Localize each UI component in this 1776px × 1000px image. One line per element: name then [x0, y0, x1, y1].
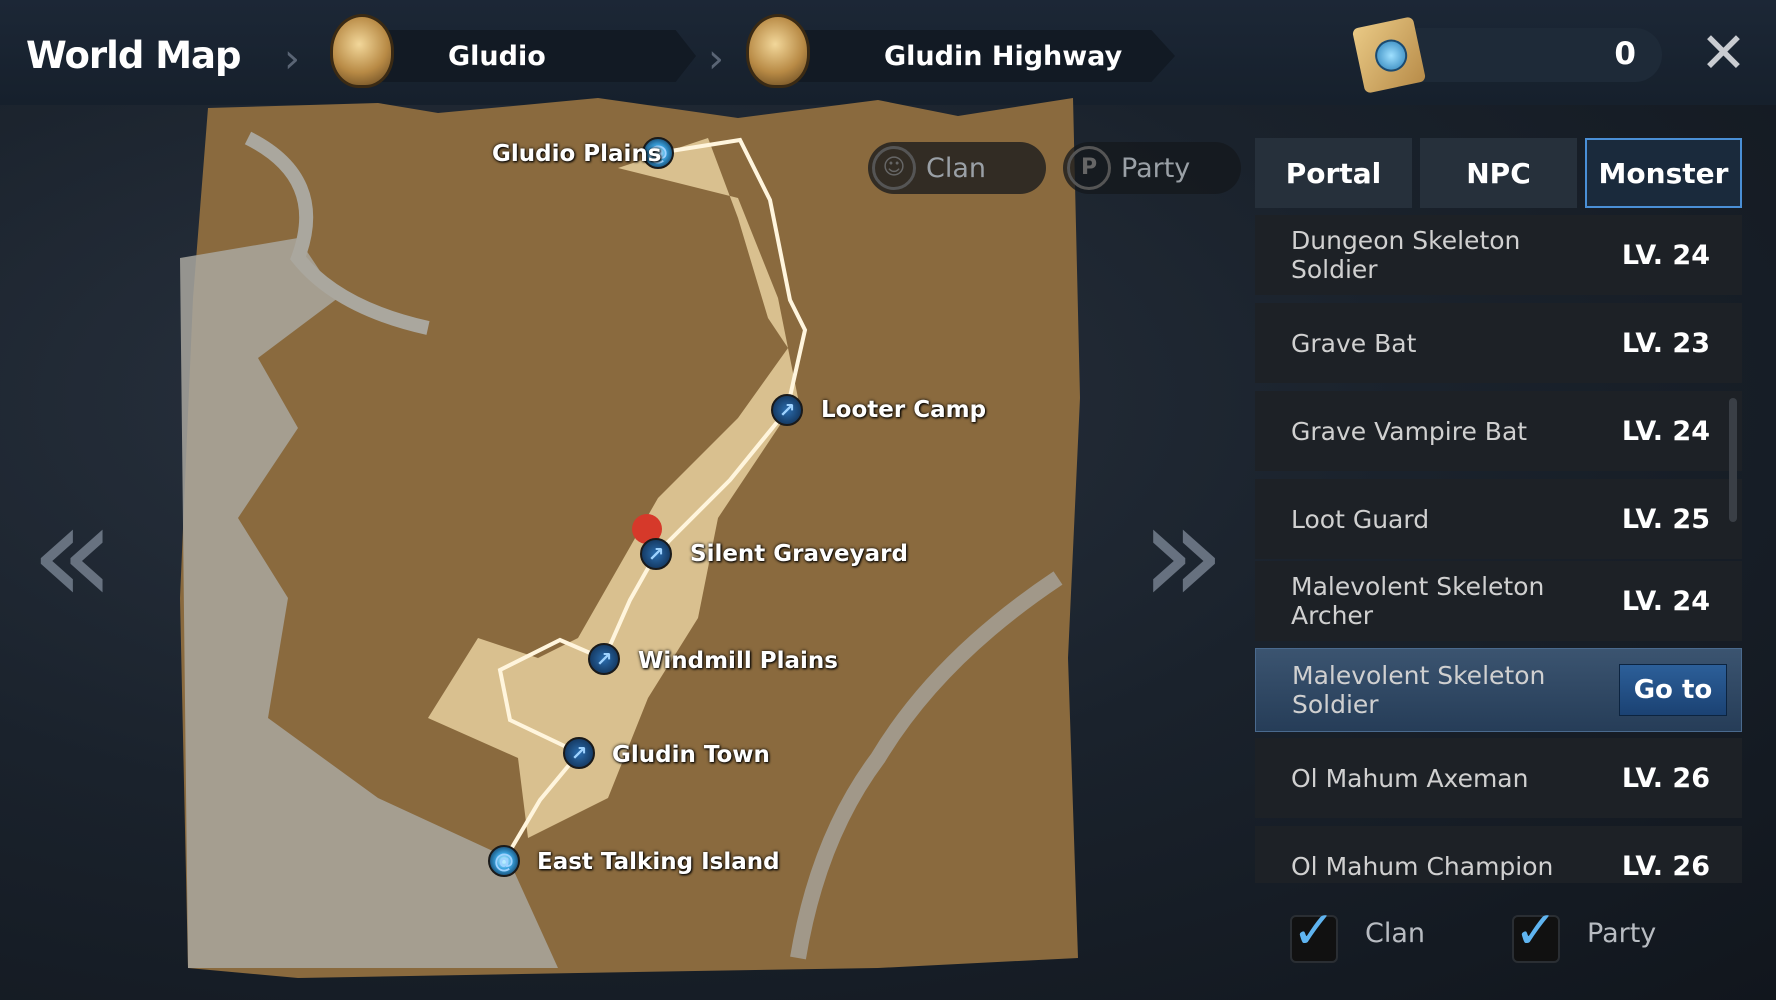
monster-level: LV. 25: [1621, 503, 1710, 535]
breadcrumb-label: Gludio: [448, 40, 546, 72]
breadcrumb-label: Gludin Highway: [884, 40, 1123, 72]
list-item[interactable]: Malevolent Skeleton Archer LV. 24: [1255, 561, 1742, 641]
previous-map-arrow-icon[interactable]: «: [30, 485, 116, 625]
monster-name: Malevolent Skeleton Soldier: [1292, 661, 1546, 719]
monster-name: Dungeon Skeleton Soldier: [1291, 226, 1521, 284]
monster-level: LV. 24: [1621, 415, 1710, 447]
location-label[interactable]: Gludio Plains: [492, 141, 662, 167]
close-icon[interactable]: ✕: [1700, 26, 1747, 82]
list-item[interactable]: Grave Vampire Bat LV. 24: [1255, 391, 1742, 471]
castle-icon: [330, 14, 394, 88]
location-label[interactable]: Silent Graveyard: [690, 541, 908, 567]
list-item[interactable]: Dungeon Skeleton Soldier LV. 24: [1255, 215, 1742, 295]
scrollbar[interactable]: [1729, 398, 1737, 522]
list-item-selected[interactable]: Malevolent Skeleton Soldier Go to: [1255, 648, 1742, 732]
monster-name: Grave Bat: [1291, 328, 1417, 358]
location-label[interactable]: Looter Camp: [821, 397, 986, 423]
party-checkbox[interactable]: ✓: [1512, 901, 1560, 963]
next-map-arrow-icon[interactable]: »: [1140, 485, 1226, 625]
monster-name: Loot Guard: [1291, 504, 1430, 534]
clan-icon: ☺: [872, 146, 916, 190]
party-toggle[interactable]: P Party: [1063, 142, 1241, 194]
go-to-button[interactable]: Go to: [1619, 664, 1727, 716]
monster-level: LV. 24: [1621, 239, 1710, 271]
monster-name: Grave Vampire Bat: [1291, 416, 1528, 446]
currency-value: 0: [1614, 36, 1636, 72]
waypoint-icon[interactable]: ↗: [563, 737, 595, 769]
portal-icon[interactable]: @: [488, 845, 520, 877]
waypoint-icon[interactable]: ↗: [771, 394, 803, 426]
location-label[interactable]: Gludin Town: [612, 742, 770, 768]
monster-name: Ol Mahum Axeman: [1291, 763, 1529, 793]
checkbox-label: Party: [1587, 918, 1657, 949]
breadcrumb-gludin-highway[interactable]: Gludin Highway: [780, 30, 1175, 82]
checkbox-label: Clan: [1365, 918, 1426, 949]
chevron-right-icon: ›: [708, 36, 724, 82]
toggle-label: Clan: [926, 152, 987, 184]
location-label[interactable]: East Talking Island: [537, 849, 780, 875]
list-item[interactable]: Ol Mahum Axeman LV. 26: [1255, 738, 1742, 818]
toggle-label: Party: [1121, 152, 1191, 184]
monster-name: Malevolent Skeleton Archer: [1291, 572, 1545, 630]
location-label[interactable]: Windmill Plains: [638, 648, 838, 674]
waypoint-icon[interactable]: ↗: [588, 643, 620, 675]
breadcrumb-gludio[interactable]: Gludio: [356, 30, 696, 82]
currency-display: 0: [1400, 28, 1662, 82]
teleport-scroll-icon: [1351, 16, 1427, 94]
monster-level: LV. 26: [1621, 850, 1710, 882]
tab-monster[interactable]: Monster: [1585, 138, 1742, 208]
page-title: World Map: [26, 34, 241, 77]
monster-name: Ol Mahum Champion: [1291, 851, 1554, 881]
waypoint-icon[interactable]: ↗: [640, 538, 672, 570]
monster-level: LV. 23: [1621, 327, 1710, 359]
checkmark-icon: ✓: [1514, 901, 1558, 961]
list-item[interactable]: Ol Mahum Champion LV. 26: [1255, 826, 1742, 883]
monster-list[interactable]: Dungeon Skeleton Soldier LV. 24 Grave Bat…: [1255, 215, 1742, 883]
list-item[interactable]: Grave Bat LV. 23: [1255, 303, 1742, 383]
monster-level: LV. 26: [1621, 762, 1710, 794]
tower-icon: [746, 14, 810, 88]
checkmark-icon: ✓: [1292, 901, 1336, 961]
clan-checkbox[interactable]: ✓: [1290, 901, 1338, 963]
monster-level: LV. 24: [1621, 585, 1710, 617]
world-map[interactable]: [178, 98, 1083, 978]
tab-portal[interactable]: Portal: [1255, 138, 1412, 208]
tab-npc[interactable]: NPC: [1420, 138, 1577, 208]
clan-toggle[interactable]: ☺ Clan: [868, 142, 1046, 194]
party-icon: P: [1067, 146, 1111, 190]
chevron-right-icon: ›: [284, 36, 300, 82]
list-item[interactable]: Loot Guard LV. 25: [1255, 479, 1742, 559]
top-bar: World Map › Gludio › Gludin Highway 0 ✕: [0, 0, 1776, 105]
